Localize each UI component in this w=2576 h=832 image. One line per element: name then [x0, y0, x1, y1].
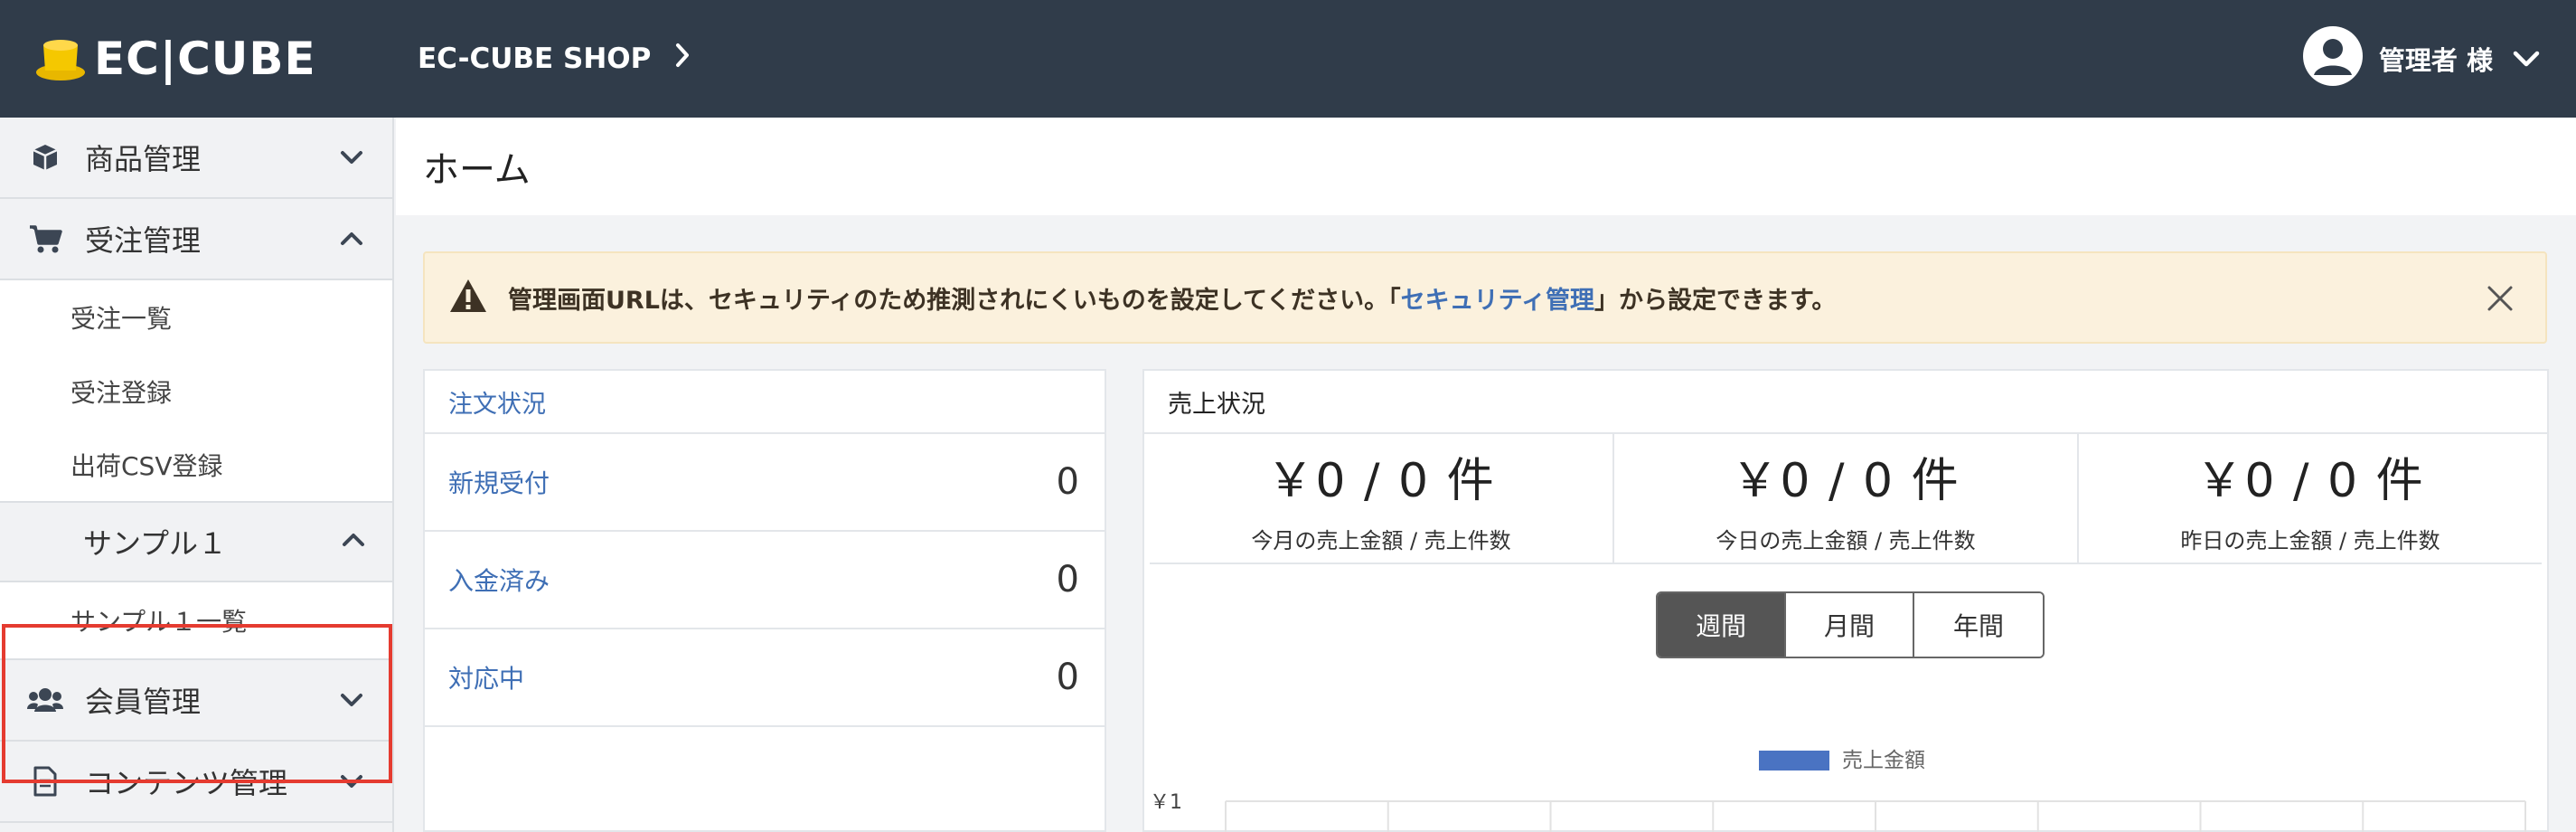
highlight-box: [2, 624, 392, 783]
close-icon[interactable]: [2482, 280, 2518, 317]
shop-link[interactable]: EC-CUBE SHOP: [418, 38, 691, 80]
stat-caption: 昨日の売上金額 / 売上件数: [2180, 528, 2440, 553]
alert-text-post: 」から設定できます。: [1594, 286, 1837, 315]
order-status-title[interactable]: 注文状況: [425, 371, 1105, 434]
sales-chart: 売上金額 ￥1: [1144, 723, 2547, 832]
user-menu[interactable]: 管理者 様: [2302, 25, 2540, 92]
security-alert: 管理画面URLは、セキュリティのため推測されにくいものを設定してください。「セキ…: [423, 251, 2547, 344]
page-title: ホーム: [396, 118, 2576, 215]
sidebar-item-label: 受注管理: [85, 223, 202, 258]
sales-stats: ￥0 / 0 件 今月の売上金額 / 売上件数 ￥0 / 0 件 今日の売上金額…: [1150, 434, 2542, 564]
ec-cube-logo[interactable]: EC|CUBE: [34, 34, 316, 83]
stat-value: ￥0 / 0 件: [2195, 454, 2425, 508]
sales-status-card: 売上状況 ￥0 / 0 件 今月の売上金額 / 売上件数 ￥0 / 0 件 今日…: [1142, 369, 2549, 832]
order-status-card: 注文状況 新規受付 0 入金済み 0 対応中 0: [423, 369, 1106, 832]
stat-caption: 今日の売上金額 / 売上件数: [1716, 528, 1976, 553]
chevron-up-icon: [338, 225, 365, 252]
top-header: EC|CUBE EC-CUBE SHOP 管理者 様: [0, 0, 2576, 118]
cart-icon: [27, 221, 63, 257]
warning-icon: [448, 278, 488, 317]
orders-submenu: 受注一覧 受注登録 出荷CSV登録: [0, 280, 392, 503]
period-toggle: 週間 月間 年間: [1656, 591, 2045, 658]
stat-today: ￥0 / 0 件 今日の売上金額 / 売上件数: [1614, 434, 2079, 563]
user-avatar-icon: [2302, 25, 2363, 92]
shop-name: EC-CUBE SHOP: [418, 43, 652, 75]
chevron-up-icon: [342, 532, 365, 552]
chevron-right-icon: [674, 43, 691, 75]
order-status-count: 0: [1056, 559, 1079, 600]
sales-chart-svg: 売上金額 ￥1: [1150, 749, 2526, 832]
order-status-row[interactable]: 対応中 0: [425, 629, 1105, 727]
logo-text: EC|CUBE: [94, 33, 316, 85]
period-yearly-button[interactable]: 年間: [1914, 593, 2043, 657]
stat-yesterday: ￥0 / 0 件 昨日の売上金額 / 売上件数: [2079, 434, 2542, 563]
sales-status-title: 売上状況: [1144, 371, 2547, 434]
chevron-down-icon: [338, 144, 365, 171]
order-status-label[interactable]: 対応中: [448, 659, 1057, 695]
legend-swatch: [1759, 751, 1829, 771]
main-content: ホーム 管理画面URLは、セキュリティのため推測されにくいものを設定してください…: [396, 118, 2576, 832]
alert-message: 管理画面URLは、セキュリティのため推測されにくいものを設定してください。「セキ…: [508, 280, 1836, 316]
cube-hat-logo-icon: [34, 34, 87, 83]
sidebar-item-orders[interactable]: 受注管理: [0, 199, 392, 280]
y-tick-label: ￥1: [1150, 791, 1182, 814]
vertical-gridlines: [1225, 801, 2526, 832]
order-status-count: 0: [1056, 657, 1079, 698]
sidebar-subitem-order-list[interactable]: 受注一覧: [0, 280, 392, 355]
sidebar-item-products[interactable]: 商品管理: [0, 118, 392, 199]
stat-value: ￥0 / 0 件: [1731, 454, 1960, 508]
period-monthly-button[interactable]: 月間: [1786, 593, 1914, 657]
sidebar-subitem-shipping-csv[interactable]: 出荷CSV登録: [0, 429, 392, 503]
order-status-count: 0: [1056, 461, 1079, 503]
user-name: 管理者 様: [2378, 45, 2493, 76]
stat-caption: 今月の売上金額 / 売上件数: [1251, 528, 1511, 553]
legend-label: 売上金額: [1842, 749, 1925, 772]
sidebar-item-sample1[interactable]: サンプル１: [0, 503, 392, 582]
sidebar: 商品管理 受注管理 受注一覧 受注登録 出荷CSV登録 サンプル１ サンプル１一…: [0, 118, 394, 832]
period-weekly-button[interactable]: 週間: [1658, 593, 1786, 657]
order-status-label[interactable]: 新規受付: [448, 464, 1057, 500]
stat-value: ￥0 / 0 件: [1266, 454, 1496, 508]
chevron-down-icon: [2513, 43, 2540, 74]
alert-text-pre: 管理画面URLは、セキュリティのため推測されにくいものを設定してください。「: [508, 286, 1401, 315]
order-status-label[interactable]: 入金済み: [448, 562, 1057, 598]
sidebar-subitem-order-register[interactable]: 受注登録: [0, 355, 392, 429]
stat-month: ￥0 / 0 件 今月の売上金額 / 売上件数: [1150, 434, 1614, 563]
cube-icon: [27, 139, 63, 175]
security-settings-link[interactable]: セキュリティ管理: [1401, 287, 1594, 315]
order-status-row[interactable]: 入金済み 0: [425, 532, 1105, 629]
sidebar-item-label: 商品管理: [85, 142, 202, 176]
order-status-row[interactable]: 新規受付 0: [425, 434, 1105, 532]
sidebar-item-label: サンプル１: [83, 526, 228, 561]
